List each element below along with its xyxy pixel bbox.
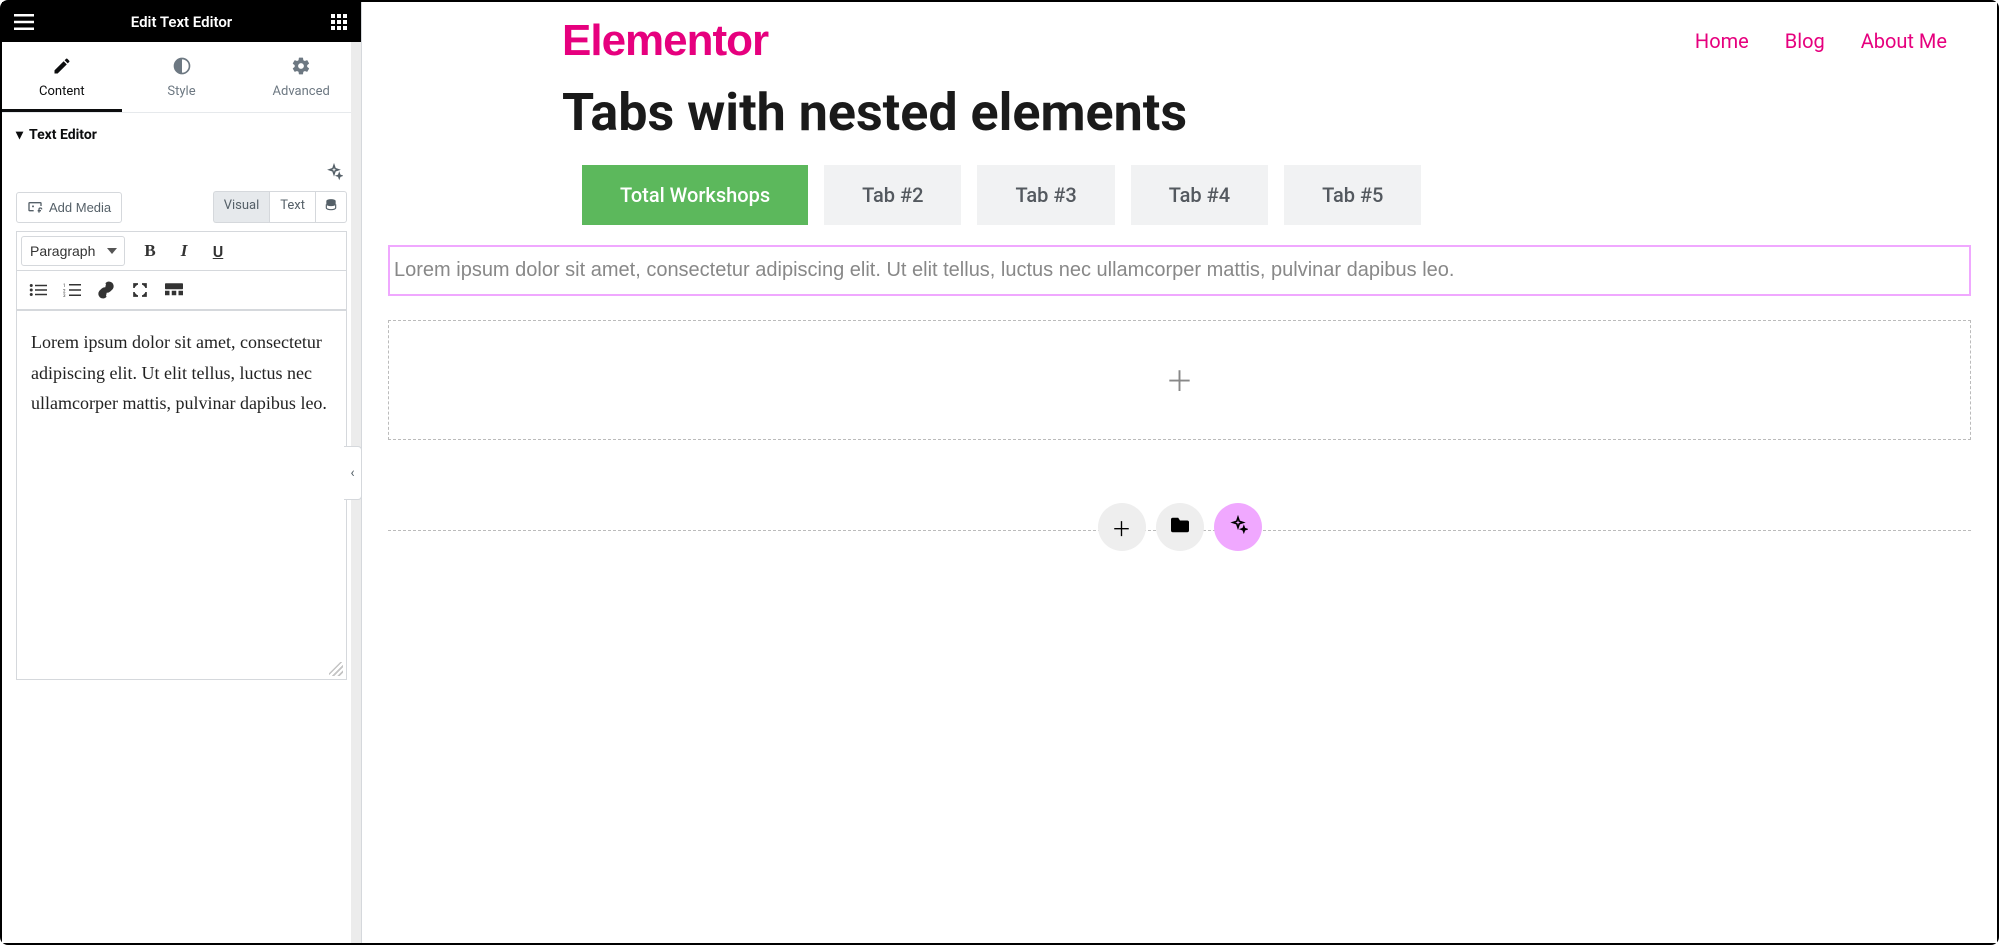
numbered-list-button[interactable]: 123 (55, 275, 89, 305)
empty-section-dropzone[interactable]: ＋ (388, 320, 1971, 440)
italic-button[interactable]: I (167, 236, 201, 266)
panel-tab-label: Advanced (273, 84, 330, 99)
mode-text[interactable]: Text (269, 191, 315, 223)
pencil-icon (52, 56, 72, 76)
apps-grid-icon[interactable] (327, 10, 351, 34)
panel-tab-content[interactable]: Content (2, 42, 122, 112)
sidebar-header: Edit Text Editor (2, 2, 361, 42)
folder-icon (1169, 515, 1191, 539)
tab-2[interactable]: Tab #2 (824, 165, 961, 225)
editor-mode-tabs: Visual Text (213, 191, 347, 223)
caret-down-icon: ▾ (16, 127, 23, 143)
tabs-row: Total Workshops Tab #2 Tab #3 Tab #4 Tab… (362, 161, 1997, 245)
collapse-sidebar-button[interactable]: ‹ (344, 446, 362, 500)
nav-link-home[interactable]: Home (1695, 29, 1749, 53)
sidebar-title: Edit Text Editor (36, 13, 327, 31)
panel-tab-label: Content (39, 84, 85, 99)
widget-text: Lorem ipsum dolor sit amet, consectetur … (394, 259, 1454, 281)
site-brand: Elementor (562, 16, 768, 66)
panel-tab-label: Style (167, 84, 195, 99)
panel-tab-advanced[interactable]: Advanced (241, 42, 361, 112)
panel-tabs: Content Style Advanced (2, 42, 361, 113)
tab-4[interactable]: Tab #4 (1131, 165, 1268, 225)
bold-button[interactable]: B (133, 236, 167, 266)
paragraph-select[interactable]: Paragraph (21, 236, 125, 266)
plus-icon: ＋ (1112, 513, 1132, 542)
editor-header-row: Add Media Visual Text (2, 191, 361, 231)
link-button[interactable] (89, 275, 123, 305)
toolbar-toggle-button[interactable] (157, 275, 191, 305)
editor-sidebar: Edit Text Editor Content Styl (2, 2, 362, 943)
tab-3[interactable]: Tab #3 (977, 165, 1114, 225)
add-section-controls: ＋ (1098, 503, 1262, 551)
fullscreen-button[interactable] (123, 275, 157, 305)
underline-button[interactable]: U (201, 236, 235, 266)
tab-5[interactable]: Tab #5 (1284, 165, 1421, 225)
chevron-left-icon: ‹ (350, 465, 354, 481)
svg-text:1: 1 (63, 283, 66, 289)
mode-database-icon[interactable] (315, 191, 347, 223)
add-media-label: Add Media (49, 200, 111, 215)
gear-icon (291, 56, 311, 76)
site-nav: Home Blog About Me (1695, 29, 1947, 53)
tab-total-workshops[interactable]: Total Workshops (582, 165, 808, 225)
contrast-icon (172, 56, 192, 76)
sparkle-icon (1228, 515, 1248, 540)
nav-link-about[interactable]: About Me (1861, 29, 1947, 53)
add-media-button[interactable]: Add Media (16, 192, 122, 223)
page-title: Tabs with nested elements (362, 76, 1997, 161)
media-icon (27, 199, 43, 216)
panel-tab-style[interactable]: Style (122, 42, 242, 112)
site-header: Elementor Home Blog About Me (362, 2, 1997, 76)
svg-text:3: 3 (63, 293, 66, 297)
add-section-button[interactable]: ＋ (1098, 503, 1146, 551)
bullet-list-button[interactable] (21, 275, 55, 305)
nav-link-blog[interactable]: Blog (1785, 29, 1825, 53)
selected-text-widget[interactable]: Lorem ipsum dolor sit amet, consectetur … (388, 245, 1971, 296)
editor-toolbar: Paragraph B I U 123 (16, 231, 347, 310)
section-text-editor[interactable]: ▾ Text Editor (2, 113, 361, 157)
menu-icon[interactable] (12, 10, 36, 34)
new-section-divider: ＋ (388, 530, 1971, 531)
add-template-button[interactable] (1156, 503, 1204, 551)
text-editor-input[interactable]: Lorem ipsum dolor sit amet, consectetur … (16, 310, 347, 680)
ai-section-button[interactable] (1214, 503, 1262, 551)
ai-sparkle-icon[interactable] (323, 161, 345, 183)
add-widget-plus-icon[interactable]: ＋ (1165, 360, 1193, 400)
mode-visual[interactable]: Visual (213, 191, 270, 223)
section-label: Text Editor (29, 127, 97, 143)
preview-canvas: Elementor Home Blog About Me Tabs with n… (362, 2, 1997, 943)
